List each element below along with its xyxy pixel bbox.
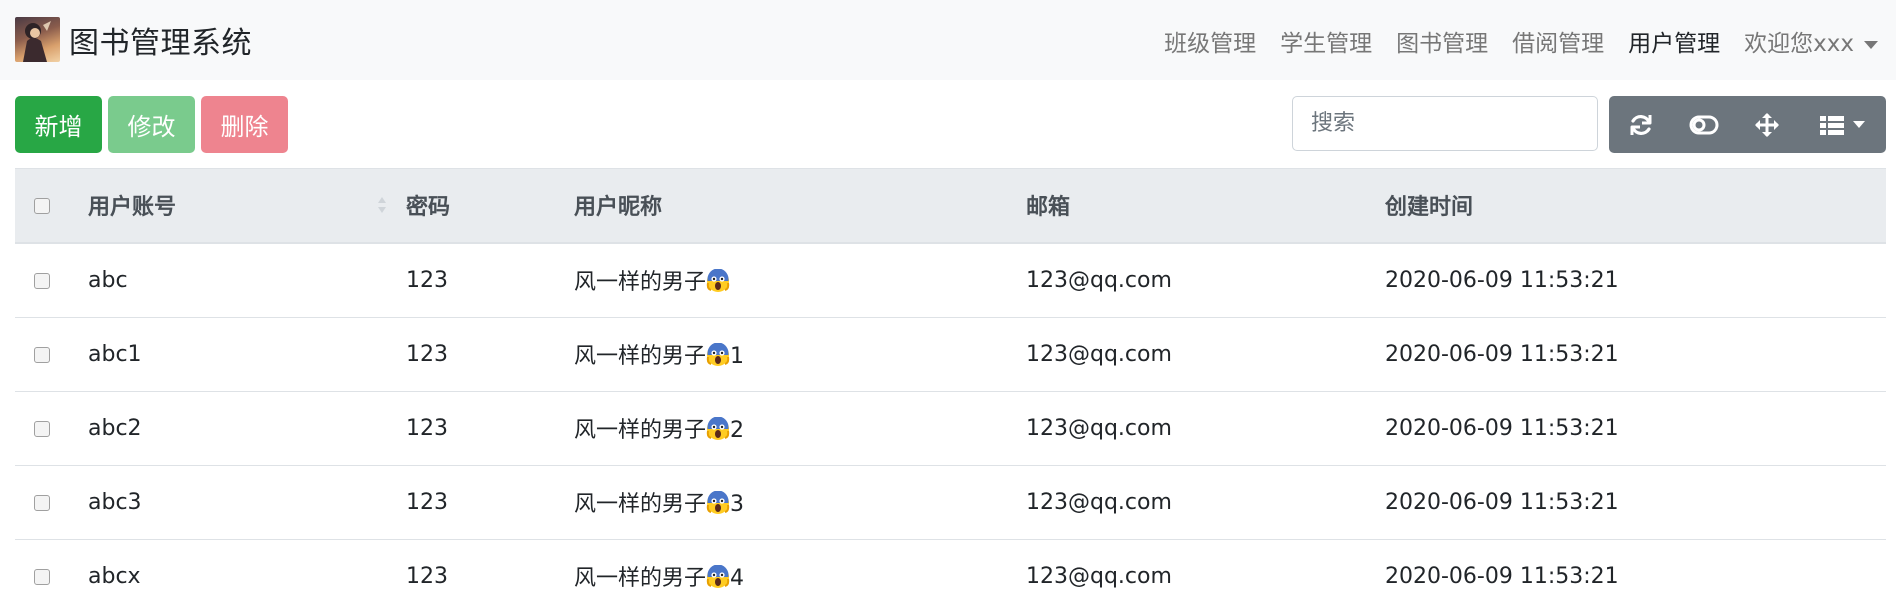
nickname-text: 风一样的男子 bbox=[574, 418, 707, 443]
cell-email: 123@qq.com bbox=[1025, 390, 1384, 465]
cell-password: 123 bbox=[405, 464, 573, 539]
row-checkbox[interactable] bbox=[34, 346, 50, 363]
cell-created: 2020-06-09 11:53:21 bbox=[1384, 390, 1886, 465]
cell-nickname: 风一样的男子 2 bbox=[573, 390, 1025, 465]
column-label: 用户账号 bbox=[88, 195, 177, 221]
top-navbar: 图书管理系统 班级管理 学生管理 图书管理 借阅管理 用户管理 欢迎您xxx bbox=[0, 0, 1896, 80]
nickname-text: 风一样的男子 bbox=[574, 344, 707, 369]
nav-user-management[interactable]: 用户管理 bbox=[1628, 24, 1720, 58]
user-dropdown[interactable]: 欢迎您xxx bbox=[1744, 24, 1878, 58]
row-select-cell bbox=[15, 242, 87, 317]
column-header-nickname: 用户昵称 bbox=[573, 168, 1025, 244]
cell-email: 123@qq.com bbox=[1025, 242, 1384, 317]
row-select-cell bbox=[15, 390, 87, 465]
users-table-container: 用户账号 密码 用户昵称 邮箱 创建时间 abc 123 风一样的男子 123@qq.… bbox=[15, 168, 1886, 613]
search-input[interactable] bbox=[1292, 96, 1598, 151]
toggle-icon bbox=[1689, 115, 1718, 134]
row-select-cell bbox=[15, 316, 87, 391]
table-row[interactable]: abcx 123 风一样的男子 4 123@qq.com 2020-06-09 11:53… bbox=[15, 538, 1886, 613]
app-title: 图书管理系统 bbox=[69, 25, 252, 61]
chevron-down-icon bbox=[1864, 40, 1878, 49]
table-row[interactable]: abc1 123 风一样的男子 1 123@qq.com 2020-06-09 11:53… bbox=[15, 316, 1886, 391]
column-header-password: 密码 bbox=[405, 168, 573, 244]
columns-list-icon bbox=[1820, 115, 1844, 135]
nickname-text: 风一样的男子 bbox=[574, 566, 707, 591]
select-all-checkbox[interactable] bbox=[34, 197, 50, 214]
cell-password: 123 bbox=[405, 242, 573, 317]
cell-created: 2020-06-09 11:53:21 bbox=[1384, 464, 1886, 539]
cell-password: 123 bbox=[405, 390, 573, 465]
table-header-row: 用户账号 密码 用户昵称 邮箱 创建时间 bbox=[15, 168, 1886, 244]
cell-created: 2020-06-09 11:53:21 bbox=[1384, 316, 1886, 391]
cell-password: 123 bbox=[405, 538, 573, 613]
cell-created: 2020-06-09 11:53:21 bbox=[1384, 242, 1886, 317]
add-button[interactable]: 新增 bbox=[15, 96, 102, 153]
screaming-face-emoji bbox=[706, 269, 730, 292]
avatar-logo bbox=[15, 17, 60, 62]
table-tools-group bbox=[1609, 96, 1886, 153]
column-header-created: 创建时间 bbox=[1384, 168, 1886, 244]
cell-nickname: 风一样的男子 3 bbox=[573, 464, 1025, 539]
toggle-view-button[interactable] bbox=[1672, 96, 1735, 153]
refresh-button[interactable] bbox=[1609, 96, 1672, 153]
row-checkbox[interactable] bbox=[34, 568, 50, 585]
table-toolbar: 新增 修改 删除 bbox=[15, 96, 1886, 153]
screaming-face-emoji bbox=[706, 343, 730, 366]
edit-button[interactable]: 修改 bbox=[108, 96, 195, 153]
row-checkbox[interactable] bbox=[34, 420, 50, 437]
refresh-icon bbox=[1630, 114, 1651, 135]
cell-password: 123 bbox=[405, 316, 573, 391]
cell-email: 123@qq.com bbox=[1025, 538, 1384, 613]
cell-created: 2020-06-09 11:53:21 bbox=[1384, 538, 1886, 613]
fullscreen-button[interactable] bbox=[1735, 96, 1798, 153]
cell-nickname: 风一样的男子 bbox=[573, 242, 1025, 317]
nickname-suffix: 3 bbox=[730, 492, 745, 517]
column-header-account[interactable]: 用户账号 bbox=[87, 168, 405, 244]
sort-icon bbox=[378, 197, 386, 213]
nav-book-management[interactable]: 图书管理 bbox=[1396, 24, 1488, 58]
cell-account: abc3 bbox=[87, 464, 405, 539]
cell-account: abcx bbox=[87, 538, 405, 613]
row-checkbox[interactable] bbox=[34, 494, 50, 511]
columns-dropdown-button[interactable] bbox=[1798, 96, 1886, 153]
nav-student-management[interactable]: 学生管理 bbox=[1280, 24, 1372, 58]
table-row[interactable]: abc 123 风一样的男子 123@qq.com 2020-06-09 11:53:2… bbox=[15, 242, 1886, 317]
screaming-face-emoji bbox=[706, 491, 730, 514]
user-welcome-label: 欢迎您xxx bbox=[1744, 31, 1854, 57]
nav-borrow-management[interactable]: 借阅管理 bbox=[1512, 24, 1604, 58]
delete-button[interactable]: 删除 bbox=[201, 96, 288, 153]
nickname-text: 风一样的男子 bbox=[574, 492, 707, 517]
nickname-suffix: 4 bbox=[730, 566, 745, 591]
table-row[interactable]: abc2 123 风一样的男子 2 123@qq.com 2020-06-09 11:53… bbox=[15, 390, 1886, 465]
cell-email: 123@qq.com bbox=[1025, 464, 1384, 539]
table-row[interactable]: abc3 123 风一样的男子 3 123@qq.com 2020-06-09 11:53… bbox=[15, 464, 1886, 539]
row-select-cell bbox=[15, 464, 87, 539]
brand[interactable]: 图书管理系统 bbox=[15, 17, 252, 62]
nickname-suffix: 2 bbox=[730, 418, 745, 443]
column-header-email: 邮箱 bbox=[1025, 168, 1384, 244]
cell-nickname: 风一样的男子 1 bbox=[573, 316, 1025, 391]
users-table: 用户账号 密码 用户昵称 邮箱 创建时间 abc 123 风一样的男子 123@qq.… bbox=[15, 168, 1886, 613]
nav-class-management[interactable]: 班级管理 bbox=[1164, 24, 1256, 58]
nickname-suffix: 1 bbox=[730, 344, 745, 369]
nickname-text: 风一样的男子 bbox=[574, 270, 707, 295]
row-select-cell bbox=[15, 538, 87, 613]
fullscreen-move-icon bbox=[1754, 112, 1779, 137]
main-nav: 班级管理 学生管理 图书管理 借阅管理 用户管理 欢迎您xxx bbox=[1140, 24, 1878, 58]
cell-nickname: 风一样的男子 4 bbox=[573, 538, 1025, 613]
cell-account: abc bbox=[87, 242, 405, 317]
row-checkbox[interactable] bbox=[34, 272, 50, 289]
cell-account: abc1 bbox=[87, 316, 405, 391]
select-all-cell bbox=[15, 168, 87, 244]
cell-account: abc2 bbox=[87, 390, 405, 465]
screaming-face-emoji bbox=[706, 417, 730, 440]
chevron-down-icon bbox=[1853, 121, 1865, 128]
screaming-face-emoji bbox=[706, 565, 730, 588]
cell-email: 123@qq.com bbox=[1025, 316, 1384, 391]
